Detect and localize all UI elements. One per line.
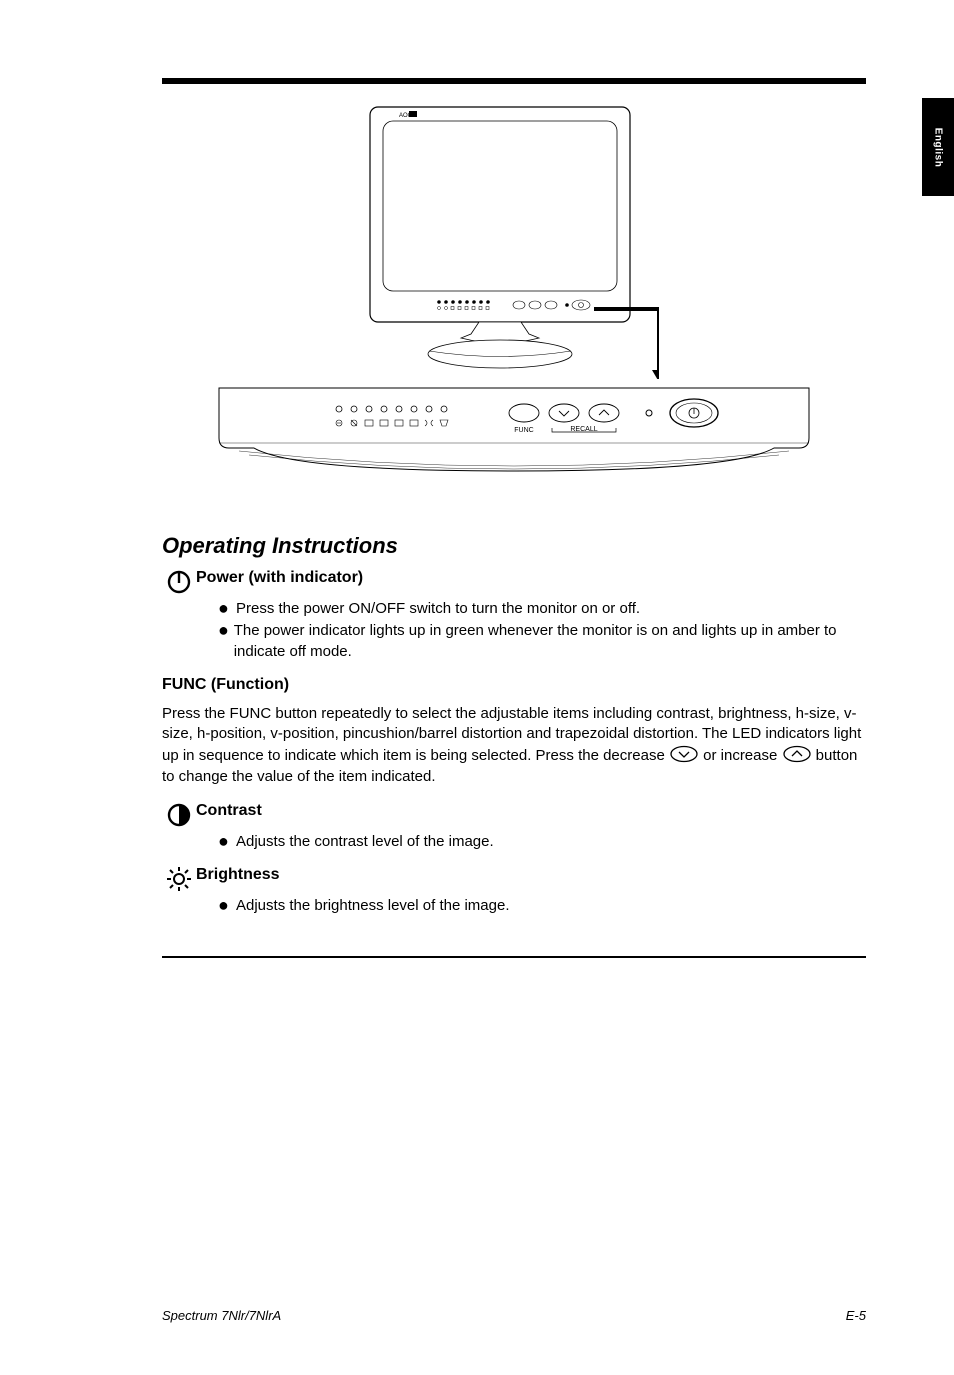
power-row: Power (with indicator) [162, 569, 866, 599]
list-item: ●Press the power ON/OFF switch to turn t… [218, 599, 866, 619]
bullet-icon: ● [218, 896, 236, 914]
func-block: FUNC (Function) Press the FUNC button re… [162, 676, 866, 788]
recall-label: RECALL [570, 426, 597, 433]
contrast-row: Contrast [162, 802, 866, 832]
manual-page: English AOC [0, 0, 954, 1375]
list-item: ●The power indicator lights up in green … [218, 621, 866, 662]
footer-title: Spectrum 7Nlr/7NlrA [162, 1308, 281, 1323]
brightness-icon [162, 866, 196, 896]
page-footer: Spectrum 7Nlr/7NlrA E-5 [162, 1308, 866, 1323]
power-bullets: ●Press the power ON/OFF switch to turn t… [218, 599, 866, 662]
contrast-label: Contrast [196, 802, 866, 820]
decrease-button-icon [669, 745, 699, 763]
bullet-icon: ● [218, 832, 236, 850]
figure-wrap: AOC [162, 104, 866, 493]
power-label: Power (with indicator) [196, 569, 866, 587]
brightness-label: Brightness [196, 866, 866, 884]
bullet-icon: ● [218, 621, 234, 639]
top-rule [162, 78, 866, 84]
increase-button-icon [782, 745, 812, 763]
list-item: ●Adjusts the brightness level of the ima… [218, 896, 866, 916]
power-icon [162, 569, 196, 599]
func-paragraph: Press the FUNC button repeatedly to sele… [162, 704, 866, 788]
bullet-icon: ● [218, 599, 236, 617]
monitor-diagram: AOC [369, 104, 659, 379]
language-tab: English [922, 98, 954, 196]
func-heading: FUNC (Function) [162, 676, 866, 694]
language-label: English [933, 127, 944, 167]
bottom-rule [162, 956, 866, 958]
contrast-bullets: ●Adjusts the contrast level of the image… [218, 832, 866, 852]
contrast-icon [162, 802, 196, 832]
footer-page: E-5 [846, 1308, 866, 1323]
brightness-row: Brightness [162, 866, 866, 896]
list-item: ●Adjusts the contrast level of the image… [218, 832, 866, 852]
control-panel-diagram: FUNC RECALL [214, 383, 814, 493]
brightness-bullets: ●Adjusts the brightness level of the ima… [218, 896, 866, 916]
func-label: FUNC [514, 427, 533, 434]
operating-heading: Operating Instructions [162, 533, 866, 559]
